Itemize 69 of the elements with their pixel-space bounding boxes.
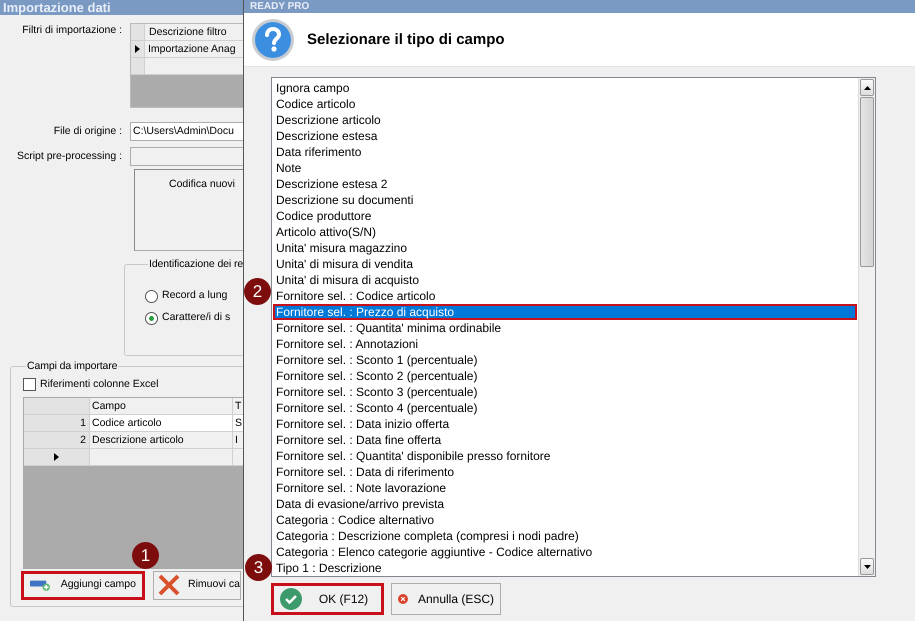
table-cell: Codice articolo xyxy=(90,414,233,432)
list-item[interactable]: Fornitore sel. : Annotazioni xyxy=(273,336,857,352)
action-button[interactable]: Aggiungi campo xyxy=(21,570,145,600)
list-item[interactable]: Articolo attivo(S/N) xyxy=(273,224,857,240)
list-item[interactable]: Fornitore sel. : Prezzo di acquisto xyxy=(273,304,857,320)
action-button[interactable]: Annulla (ESC) xyxy=(391,583,501,615)
list-item[interactable]: Fornitore sel. : Sconto 4 (percentuale) xyxy=(273,400,857,416)
list-item[interactable]: Fornitore sel. : Note lavorazione xyxy=(273,480,857,496)
list-item[interactable]: Note xyxy=(273,160,857,176)
list-item[interactable]: Fornitore sel. : Quantita' disponibile presso fornitore xyxy=(273,448,857,464)
list-item[interactable]: Codice articolo xyxy=(273,96,857,112)
list-item[interactable]: Descrizione articolo xyxy=(273,112,857,128)
radio-button[interactable] xyxy=(145,312,158,324)
question-icon xyxy=(251,18,295,62)
radio-label: Carattere/i di s xyxy=(162,310,230,326)
list-item[interactable]: Unita' di misura di vendita xyxy=(273,256,857,272)
list-item[interactable]: Descrizione su documenti xyxy=(273,192,857,208)
list-item[interactable]: Fornitore sel. : Sconto 2 (percentuale) xyxy=(273,368,857,384)
row-header xyxy=(24,398,90,415)
scrollbar[interactable] xyxy=(858,78,875,576)
list-item[interactable]: Categoria : Elenco categorie aggiuntive - Codice alternativo xyxy=(273,544,857,560)
action-button[interactable]: Rimuovi ca xyxy=(153,570,241,600)
list-item[interactable]: Data riferimento xyxy=(273,144,857,160)
step-badge: 2 xyxy=(244,278,271,305)
list-item[interactable]: Categoria : Codice alternativo xyxy=(273,512,857,528)
list-item[interactable]: Fornitore sel. : Data inizio offerta xyxy=(273,416,857,432)
scroll-up-button[interactable] xyxy=(860,79,874,96)
table-cell: S xyxy=(233,414,243,432)
checkbox[interactable] xyxy=(23,378,36,392)
list-item[interactable]: Fornitore sel. : Data fine offerta xyxy=(273,432,857,448)
row-pointer-icon xyxy=(54,452,59,461)
group-title: Campi da importare xyxy=(26,359,118,373)
check-icon xyxy=(280,588,302,610)
scrollbar-thumb[interactable] xyxy=(860,97,874,267)
row-number: 2 xyxy=(24,432,90,449)
list-item[interactable]: Fornitore sel. : Data di riferimento xyxy=(273,464,857,480)
list-item[interactable]: Fornitore sel. : Sconto 3 (percentuale) xyxy=(273,384,857,400)
list-item[interactable]: Fornitore sel. : Quantita' minima ordinabile xyxy=(273,320,857,336)
field-label: Script pre-processing : xyxy=(16,150,122,162)
list-item[interactable]: Ignora campo xyxy=(273,80,857,96)
list-item[interactable]: Fornitore sel. : Codice articolo xyxy=(273,288,857,304)
dialog-prompt: Selezionare il tipo di campo xyxy=(307,30,505,50)
field-type-list[interactable] xyxy=(271,77,876,577)
file-path-field[interactable]: C:\Users\Admin\Docu xyxy=(130,122,243,141)
list-item[interactable]: Codice produttore xyxy=(273,208,857,224)
radio-button[interactable] xyxy=(145,290,158,302)
group-title: Identificazione dei re xyxy=(148,257,243,271)
x-icon xyxy=(158,574,180,596)
list-item[interactable]: Descrizione estesa 2 xyxy=(273,176,857,192)
list-item[interactable]: Unita' misura magazzino xyxy=(273,240,857,256)
radio-label: Record a lung xyxy=(162,288,228,304)
list-item[interactable]: Unita' di misura di acquisto xyxy=(273,272,857,288)
checkbox-label: Riferimenti colonne Excel xyxy=(40,377,158,392)
list-item[interactable]: Data di evasione/arrivo prevista xyxy=(273,496,857,512)
field-label: File di origine : xyxy=(54,125,122,137)
list-item[interactable]: Categoria : Descrizione completa (compresi i nodi padre) xyxy=(273,528,857,544)
step-badge: 3 xyxy=(245,554,272,581)
scroll-down-button[interactable] xyxy=(860,558,874,575)
action-button[interactable]: OK (F12) xyxy=(271,583,384,615)
window-title: Importazione dati xyxy=(0,0,243,15)
up-arrow-icon xyxy=(864,86,870,90)
row-number: 1 xyxy=(24,414,90,432)
dialog-title: READY PRO xyxy=(244,0,915,13)
field-label: Filtri di importazione : xyxy=(22,24,122,36)
list-item[interactable]: Descrizione estesa xyxy=(273,128,857,144)
list-item[interactable]: Fornitore sel. : Sconto 1 (percentuale) xyxy=(273,352,857,368)
panel-text: Codifica nuovi xyxy=(169,178,235,190)
list-item[interactable]: Tipo 1 : Descrizione xyxy=(273,560,857,576)
down-arrow-icon xyxy=(864,564,870,568)
